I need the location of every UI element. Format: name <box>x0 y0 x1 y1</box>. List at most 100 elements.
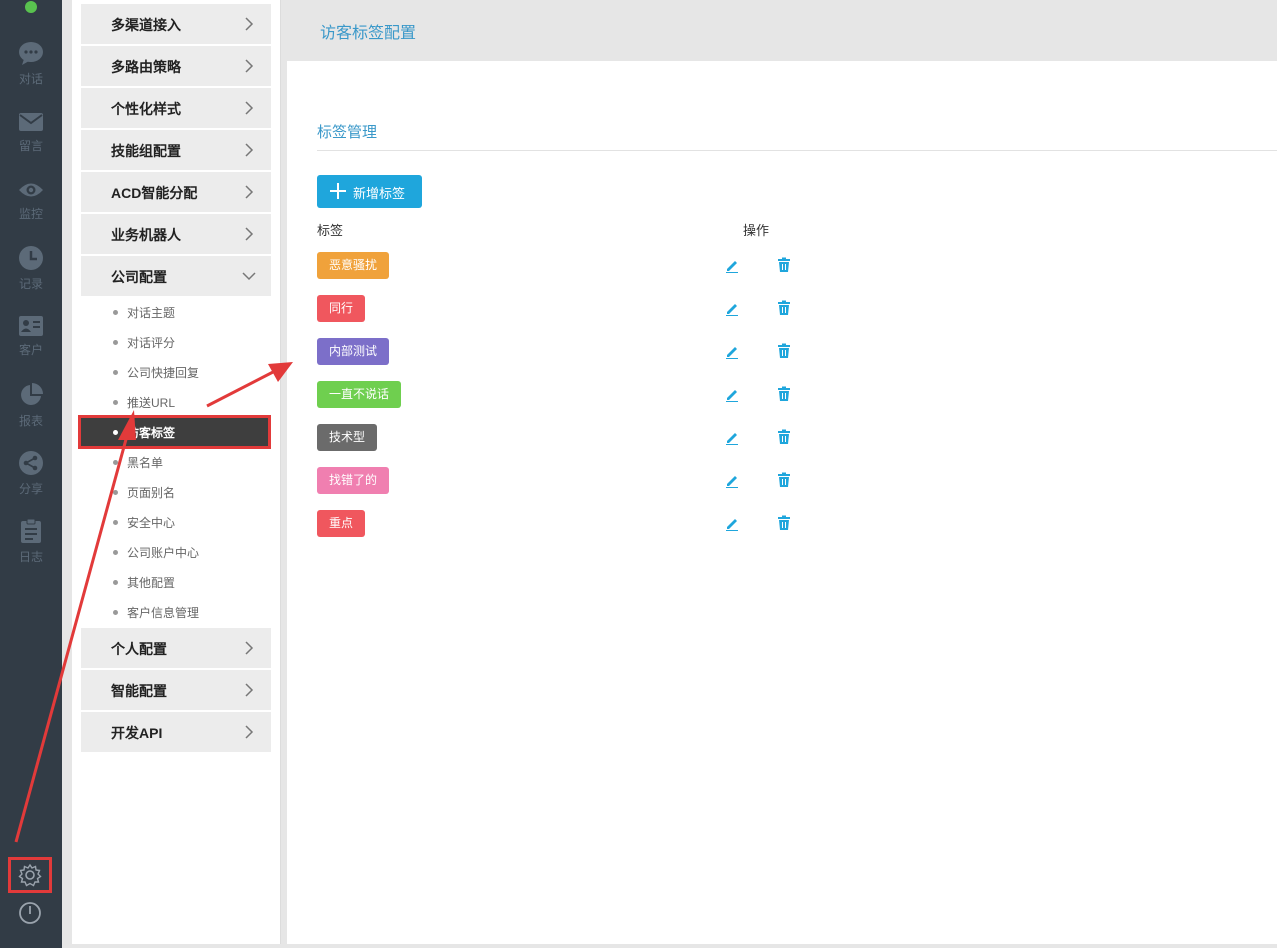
trash-icon[interactable] <box>776 257 792 273</box>
nav-group-label: 开发API <box>111 725 163 741</box>
edit-icon[interactable] <box>724 429 740 445</box>
trash-icon[interactable] <box>776 472 792 488</box>
nav-item-push-url[interactable]: 推送URL <box>81 387 271 417</box>
nav-group-api[interactable]: 开发API <box>81 712 271 752</box>
chevron-right-icon <box>245 59 254 73</box>
tag-row: 内部测试 <box>317 338 817 365</box>
tag-chip: 一直不说话 <box>317 381 402 408</box>
nav-item-label: 对话主题 <box>127 306 176 320</box>
share-icon <box>19 451 43 475</box>
rail-label: 报表 <box>18 414 43 428</box>
nav-item-label: 页面别名 <box>127 486 176 500</box>
section-divider <box>317 150 1277 151</box>
nav-group-label: ACD智能分配 <box>111 185 198 201</box>
highlight-box-visitor-tags <box>78 415 271 449</box>
nav-item-label: 黑名单 <box>127 456 164 470</box>
trash-icon[interactable] <box>776 343 792 359</box>
nav-item-blacklist[interactable]: 黑名单 <box>81 447 271 477</box>
nav-group-skill-groups[interactable]: 技能组配置 <box>81 130 271 170</box>
power-icon[interactable] <box>17 900 43 926</box>
rail-item-records[interactable]: 记录 <box>0 245 62 307</box>
nav-item-customer-info[interactable]: 客户信息管理 <box>81 597 271 627</box>
edit-icon[interactable] <box>724 300 740 316</box>
tag-chip: 找错了的 <box>317 467 390 494</box>
nav-group-acd[interactable]: ACD智能分配 <box>81 172 271 212</box>
chevron-right-icon <box>245 143 254 157</box>
highlight-box-settings <box>8 857 52 893</box>
chevron-right-icon <box>245 641 254 655</box>
edit-icon[interactable] <box>724 343 740 359</box>
rail-label: 日志 <box>18 550 43 564</box>
nav-item-account-center[interactable]: 公司账户中心 <box>81 537 271 567</box>
trash-icon[interactable] <box>776 300 792 316</box>
mail-icon <box>19 113 43 131</box>
chevron-right-icon <box>245 683 254 697</box>
trash-icon[interactable] <box>776 386 792 402</box>
trash-icon[interactable] <box>776 515 792 531</box>
nav-item-page-alias[interactable]: 页面别名 <box>81 477 271 507</box>
tag-chip: 技术型 <box>317 424 378 451</box>
nav-item-topic[interactable]: 对话主题 <box>81 297 271 327</box>
bullet-dot <box>113 340 118 345</box>
chat-icon <box>19 42 43 65</box>
rail-label: 分享 <box>18 482 43 496</box>
chevron-right-icon <box>245 101 254 115</box>
tag-row: 恶意骚扰 <box>317 252 817 279</box>
nav-item-other-config[interactable]: 其他配置 <box>81 567 271 597</box>
add-tag-button[interactable]: 新增标签 <box>317 175 422 208</box>
nav-group-smart[interactable]: 智能配置 <box>81 670 271 710</box>
tag-chip: 同行 <box>317 295 366 322</box>
rail-item-customers[interactable]: 客户 <box>0 315 62 377</box>
rail-label: 留言 <box>18 139 43 153</box>
edit-icon[interactable] <box>724 386 740 402</box>
section-title: 标签管理 <box>317 124 378 141</box>
nav-group-label: 个性化样式 <box>111 101 181 117</box>
rail-item-message[interactable]: 留言 <box>0 111 62 173</box>
clock-icon <box>19 246 43 270</box>
tag-chip: 重点 <box>317 510 366 537</box>
trash-icon[interactable] <box>776 429 792 445</box>
rail-item-share[interactable]: 分享 <box>0 450 62 512</box>
rail-item-reports[interactable]: 报表 <box>0 382 62 444</box>
rail-item-monitor[interactable]: 监控 <box>0 179 62 241</box>
nav-item-rating[interactable]: 对话评分 <box>81 327 271 357</box>
nav-group-routing[interactable]: 多路由策略 <box>81 46 271 86</box>
nav-group-label: 公司配置 <box>111 269 167 285</box>
edit-icon[interactable] <box>724 472 740 488</box>
nav-item-label: 公司账户中心 <box>127 546 200 560</box>
bullet-dot <box>113 460 118 465</box>
nav-group-label: 智能配置 <box>111 683 167 699</box>
column-header-tag: 标签 <box>317 223 344 238</box>
nav-group-multichannel[interactable]: 多渠道接入 <box>81 4 271 44</box>
eye-icon <box>19 183 43 197</box>
nav-item-label: 客户信息管理 <box>127 606 200 620</box>
bullet-dot <box>113 580 118 585</box>
bullet-dot <box>113 400 118 405</box>
edit-icon[interactable] <box>724 515 740 531</box>
rail-label: 监控 <box>18 207 43 221</box>
bullet-dot <box>113 310 118 315</box>
tag-row: 找错了的 <box>317 467 817 494</box>
contact-card-icon <box>19 316 43 336</box>
settings-subnav: 多渠道接入 多路由策略 个性化样式 技能组配置 ACD智能分配 业务机器人 公司… <box>72 0 281 944</box>
bullet-dot <box>113 550 118 555</box>
tag-chip: 内部测试 <box>317 338 390 365</box>
nav-item-label: 公司快捷回复 <box>127 366 200 380</box>
clipboard-icon <box>21 518 41 543</box>
main-panel: 标签管理 新增标签 标签 操作 恶意骚扰 同行 内部测试 一直不说话 技术型 找… <box>287 61 1277 944</box>
nav-item-security[interactable]: 安全中心 <box>81 507 271 537</box>
rail-label: 客户 <box>18 343 43 357</box>
nav-item-quick-reply[interactable]: 公司快捷回复 <box>81 357 271 387</box>
bullet-dot <box>113 520 118 525</box>
nav-group-robot[interactable]: 业务机器人 <box>81 214 271 254</box>
rail-item-log[interactable]: 日志 <box>0 518 62 580</box>
nav-group-company-config[interactable]: 公司配置 <box>81 256 271 296</box>
nav-group-style[interactable]: 个性化样式 <box>81 88 271 128</box>
rail-label: 对话 <box>18 72 43 86</box>
nav-group-label: 个人配置 <box>111 641 167 657</box>
rail-item-chat[interactable]: 对话 <box>0 40 62 102</box>
edit-icon[interactable] <box>724 257 740 273</box>
nav-item-label: 推送URL <box>127 396 176 410</box>
chevron-right-icon <box>245 17 254 31</box>
nav-group-personal[interactable]: 个人配置 <box>81 628 271 668</box>
